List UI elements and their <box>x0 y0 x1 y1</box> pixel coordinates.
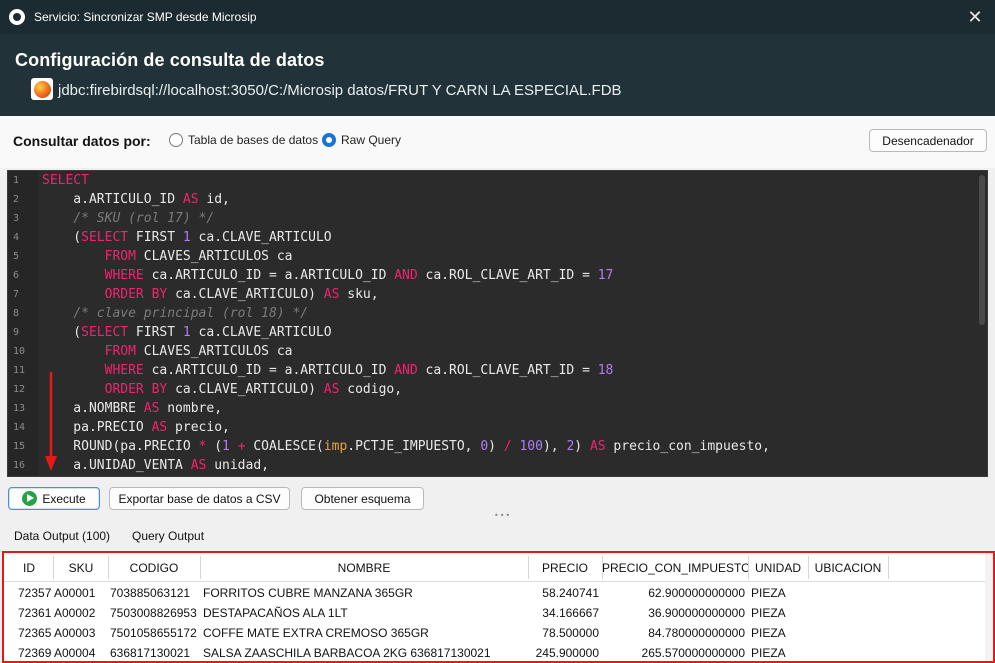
query-mode-label: Consultar datos por: <box>13 133 151 149</box>
code-line: 12 ORDER BY ca.CLAVE_ARTICULO) AS codigo… <box>13 382 403 397</box>
code-line: 15 ROUND(pa.PRECIO * (1 + COALESCE(imp.P… <box>13 439 770 454</box>
column-header[interactable]: ID <box>4 561 54 575</box>
dialog-header: Configuración de consulta de datos jdbc:… <box>0 34 995 116</box>
radio-raw-query-mode[interactable]: Raw Query <box>322 133 401 147</box>
close-icon[interactable]: ✕ <box>963 5 987 29</box>
cell-nombre: FORRITOS CUBRE MANZANA 365GR <box>203 586 413 600</box>
cell-nombre: COFFE MATE EXTRA CREMOSO 365GR <box>203 626 429 640</box>
cell-precio: 34.166667 <box>542 606 599 620</box>
window-title: Servicio: Sincronizar SMP desde Microsip <box>34 10 257 24</box>
radio-raw-label: Raw Query <box>341 133 402 147</box>
code-line: 6 WHERE ca.ARTICULO_ID = a.ARTICULO_ID A… <box>13 268 614 283</box>
cell-precio: 78.500000 <box>542 626 599 640</box>
output-tabs: Data Output (100) Query Output <box>0 525 995 549</box>
trigger-button[interactable]: Desencadenador <box>869 129 987 152</box>
connection-string: jdbc:firebirdsql://localhost:3050/C:/Mic… <box>58 82 622 99</box>
column-header[interactable]: UBICACION <box>808 561 888 575</box>
column-header[interactable]: CODIGO <box>108 561 200 575</box>
radio-table-mode[interactable]: Tabla de bases de datos <box>169 133 318 147</box>
grid-header: ID SKU CODIGO NOMBRE PRECIO PRECIO_CON_I… <box>4 553 993 582</box>
export-csv-button[interactable]: Exportar base de datos a CSV <box>109 487 290 510</box>
radio-checked-icon <box>322 133 336 147</box>
cell-sku: A00002 <box>54 606 96 620</box>
cell-precio: 245.900000 <box>535 646 599 660</box>
code-line: 5 FROM CLAVES_ARTICULOS ca <box>13 249 293 264</box>
code-line: 8 /* clave principal (rol 18) */ <box>13 306 309 321</box>
code-line: 14 pa.PRECIO AS precio, <box>13 420 230 435</box>
cell-nombre: DESTAPACAÑOS ALA 1LT <box>203 606 348 620</box>
grid-scrollbar[interactable] <box>985 553 993 661</box>
tab-data-output[interactable]: Data Output (100) <box>14 529 110 543</box>
cell-sku: A00004 <box>54 646 96 660</box>
firebird-database-icon <box>31 78 53 100</box>
code-line: 13 a.NOMBRE AS nombre, <box>13 401 223 416</box>
column-header[interactable]: UNIDAD <box>748 561 808 575</box>
app-icon <box>9 9 25 25</box>
cell-unidad: PIEZA <box>751 606 786 620</box>
code-line: 16 a.UNIDAD_VENTA AS unidad, <box>13 458 269 473</box>
cell-codigo: 7501058655172 <box>110 626 197 640</box>
cell-precio-con-impuesto: 62.900000000000 <box>648 586 745 600</box>
tab-query-output[interactable]: Query Output <box>132 529 204 543</box>
cell-nombre: SALSA ZAASCHILA BARBACOA 2KG 63681713002… <box>203 646 491 660</box>
cell-codigo: 636817130021 <box>110 646 191 660</box>
cell-precio-con-impuesto: 84.780000000000 <box>648 626 745 640</box>
sql-editor[interactable]: 1 SELECT 2 a.ARTICULO_ID AS id, 3 /* SKU … <box>7 170 988 477</box>
code-line: 3 /* SKU (rol 17) */ <box>13 211 215 226</box>
code-line: 2 a.ARTICULO_ID AS id, <box>13 192 230 207</box>
column-header[interactable]: SKU <box>54 561 108 575</box>
column-header[interactable]: PRECIO_CON_IMPUESTO <box>602 561 748 575</box>
page-title: Configuración de consulta de datos <box>15 50 325 70</box>
cell-codigo: 703885063121 <box>110 586 191 600</box>
radio-unchecked-icon <box>169 133 183 147</box>
cell-id: 72369 <box>18 646 52 660</box>
cell-id: 72365 <box>18 626 52 640</box>
window-titlebar: Servicio: Sincronizar SMP desde Microsip… <box>0 0 995 34</box>
code-line: 4 (SELECT FIRST 1 ca.CLAVE_ARTICULO <box>13 230 332 245</box>
cell-unidad: PIEZA <box>751 626 786 640</box>
cell-id: 72361 <box>18 606 52 620</box>
editor-scrollbar[interactable] <box>979 175 985 325</box>
results-grid: ID SKU CODIGO NOMBRE PRECIO PRECIO_CON_I… <box>2 551 995 663</box>
cell-precio: 58.240741 <box>542 586 599 600</box>
code-line: 9 (SELECT FIRST 1 ca.CLAVE_ARTICULO <box>13 325 332 340</box>
execute-button[interactable]: Execute <box>8 487 100 510</box>
column-header[interactable]: PRECIO <box>528 561 602 575</box>
execute-label: Execute <box>42 491 86 506</box>
code-line: 1 SELECT <box>13 173 89 188</box>
table-row[interactable]: 72361 A00002 7503008826953 DESTAPACAÑOS … <box>4 603 993 623</box>
splitter-grip-icon[interactable]: ••• <box>494 512 510 520</box>
code-line: 7 ORDER BY ca.CLAVE_ARTICULO) AS sku, <box>13 287 379 302</box>
red-arrow-annotation <box>45 372 57 471</box>
table-row[interactable]: 72369 A00004 636817130021 SALSA ZAASCHIL… <box>4 643 993 661</box>
cell-precio-con-impuesto: 265.570000000000 <box>641 646 745 660</box>
get-schema-button[interactable]: Obtener esquema <box>301 487 424 510</box>
cell-unidad: PIEZA <box>751 646 786 660</box>
code-line: 11 WHERE ca.ARTICULO_ID = a.ARTICULO_ID … <box>13 363 614 378</box>
cell-sku: A00001 <box>54 586 96 600</box>
column-header[interactable]: NOMBRE <box>200 561 528 575</box>
cell-codigo: 7503008826953 <box>110 606 197 620</box>
cell-sku: A00003 <box>54 626 96 640</box>
code-line: 10 FROM CLAVES_ARTICULOS ca <box>13 344 293 359</box>
table-row[interactable]: 72357 A00001 703885063121 FORRITOS CUBRE… <box>4 583 993 603</box>
cell-id: 72357 <box>18 586 52 600</box>
cell-precio-con-impuesto: 36.900000000000 <box>648 606 745 620</box>
query-mode-bar: Consultar datos por: Tabla de bases de d… <box>0 116 995 168</box>
play-icon <box>22 491 38 506</box>
radio-table-label: Tabla de bases de datos <box>188 133 319 147</box>
table-row[interactable]: 72365 A00003 7501058655172 COFFE MATE EX… <box>4 623 993 643</box>
cell-unidad: PIEZA <box>751 586 786 600</box>
